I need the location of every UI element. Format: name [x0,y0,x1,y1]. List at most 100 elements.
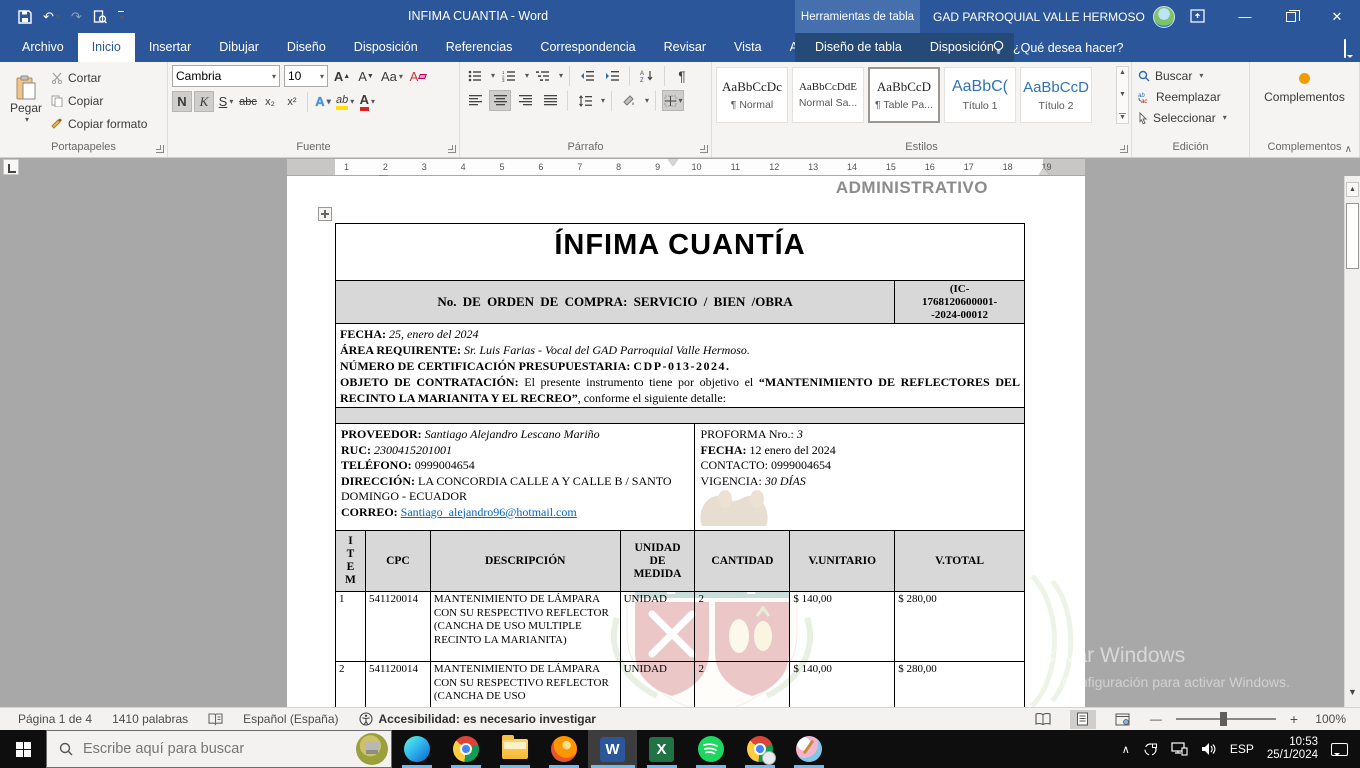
cell-vunitario[interactable]: $ 140,00 [790,662,895,707]
web-layout-button[interactable] [1110,710,1136,729]
tab-diseno[interactable]: Diseño [273,33,340,62]
format-painter-button[interactable]: Copiar formato [48,114,150,134]
cell-cantidad[interactable]: 2 [695,592,790,661]
bold-button[interactable]: N [172,91,192,112]
account-button[interactable]: GAD PARROQUIAL VALLE HERMOSO [933,0,1175,33]
change-case-button[interactable]: Aa▾ [380,66,404,87]
save-icon[interactable] [18,10,32,24]
style-normal-sa[interactable]: AaBbCcDdENormal Sa... [792,67,864,123]
align-left-button[interactable] [464,90,486,111]
page-indicator[interactable]: Página 1 de 4 [18,712,92,726]
cell-vtotal[interactable]: $ 280,00 [895,592,1024,661]
tab-archivo[interactable]: Archivo [8,33,78,62]
addins-button[interactable]: Complementos [1254,65,1355,104]
cell-unidad[interactable]: UNIDAD [621,662,696,707]
align-center-button[interactable] [489,90,511,111]
header-item[interactable]: I T E M [336,531,366,591]
style-normal[interactable]: AaBbCcDc¶ Normal [716,67,788,123]
tab-diseno-de-tabla[interactable]: Diseño de tabla [801,33,916,62]
cell-cpc[interactable]: 541120014 [366,662,431,707]
provider-cell[interactable]: PROVEEDOR: Santiago Alejandro Lescano Ma… [336,424,695,530]
zoom-percentage[interactable]: 100% [1312,712,1346,726]
cell-item[interactable]: 2 [336,662,366,707]
cell-vunitario[interactable]: $ 140,00 [790,592,895,661]
style-titulo-1[interactable]: AaBbC(Título 1 [944,67,1016,123]
taskbar-paint3d[interactable] [784,730,833,768]
justify-button[interactable] [539,90,561,111]
shading-button[interactable] [618,90,640,111]
taskbar-chrome[interactable] [441,730,490,768]
taskbar-edge[interactable] [392,730,441,768]
taskbar-firefox[interactable] [539,730,588,768]
tell-me-box[interactable]: ¿Qué desea hacer? [992,33,1124,62]
highlight-button[interactable]: ab▾ [335,91,355,112]
vertical-scrollbar[interactable]: ▲ ▼ [1344,176,1360,707]
replace-button[interactable]: abac Reemplazar [1136,86,1245,107]
tab-inicio[interactable]: Inicio [78,33,135,62]
subscript-button[interactable]: x₂ [260,91,280,112]
scroll-up-button[interactable]: ▲ [1346,182,1359,197]
scroll-down-button[interactable]: ▼ [1346,684,1359,699]
tab-disposicion[interactable]: Disposición [340,33,432,62]
tab-referencias[interactable]: Referencias [432,33,527,62]
proforma-cell[interactable]: PROFORMA Nro.: 3 FECHA: 12 enero del 202… [695,424,1024,530]
widget-icon[interactable] [356,733,388,765]
font-size-combobox[interactable]: 10▾ [284,65,328,87]
close-button[interactable]: ✕ [1314,0,1360,33]
search-input[interactable] [83,741,313,757]
ribbon-display-options-icon[interactable] [1186,6,1208,26]
cell-cpc[interactable]: 541120014 [366,592,431,661]
tab-revisar[interactable]: Revisar [650,33,720,62]
multilevel-list-button[interactable] [532,65,554,86]
increase-indent-button[interactable] [601,65,623,86]
action-center-icon[interactable] [1331,743,1348,756]
find-button[interactable]: Buscar▾ [1136,65,1245,86]
tab-stop-selector[interactable] [3,159,19,175]
bullets-button[interactable] [464,65,486,86]
taskbar-word[interactable]: W [588,730,637,768]
start-button[interactable] [0,730,46,768]
align-right-button[interactable] [514,90,536,111]
shrink-font-button[interactable]: A▼ [356,66,376,87]
cell-item[interactable]: 1 [336,592,366,661]
restore-button[interactable] [1268,0,1314,33]
document-page[interactable]: ADMINISTRATIVO ÍNFIMA CUANTÍA No. DE ORD… [287,176,1085,707]
first-line-indent-marker[interactable] [668,159,678,171]
text-effects-button[interactable]: A▾ [313,91,333,112]
select-button[interactable]: Seleccionar▾ [1136,107,1245,128]
right-indent-marker[interactable] [1039,163,1049,175]
tray-sync-icon[interactable] [1143,742,1158,757]
tab-correspondencia[interactable]: Correspondencia [526,33,649,62]
cell-descripcion[interactable]: MANTENIMIENTO DE LÁMPARA CON SU RESPECTI… [431,592,621,661]
scrollbar-thumb[interactable] [1346,203,1359,269]
minimize-button[interactable]: — [1222,0,1268,33]
separator-row[interactable] [336,408,1024,424]
show-marks-button[interactable]: ¶ [671,65,693,86]
zoom-out-button[interactable]: — [1150,712,1162,726]
taskbar-file-explorer[interactable] [490,730,539,768]
cell-unidad[interactable]: UNIDAD [621,592,696,661]
zoom-slider-thumb[interactable] [1220,712,1227,726]
tray-clock[interactable]: 10:53 25/1/2024 [1267,736,1318,762]
header-descripcion[interactable]: DESCRIPCIÓN [431,531,621,591]
strikethrough-button[interactable]: abc [238,91,258,112]
tray-network-icon[interactable] [1171,742,1188,756]
taskbar-spotify[interactable] [686,730,735,768]
order-label-cell[interactable]: No. DE ORDEN DE COMPRA: SERVICIO / BIEN … [336,281,895,323]
styles-gallery-scrollbar[interactable]: ▲ ▼ ▼ [1116,66,1129,124]
header-cpc[interactable]: CPC [366,531,431,591]
header-vtotal[interactable]: V.TOTAL [895,531,1024,591]
underline-button[interactable]: S▾ [216,91,236,112]
header-vunitario[interactable]: V.UNITARIO [790,531,895,591]
paragraph-dialog-launcher[interactable] [700,145,708,153]
tray-language[interactable]: ESP [1230,742,1254,756]
numbering-button[interactable]: 123 [498,65,520,86]
language-indicator[interactable]: Español (España) [243,712,338,726]
tab-insertar[interactable]: Insertar [135,33,205,62]
accessibility-status[interactable]: Accesibilidad: es necesario investigar [359,712,596,726]
horizontal-ruler[interactable]: 12345678910111213141516171819 [287,159,1085,175]
read-mode-button[interactable] [1030,710,1056,729]
style-table-paragraph[interactable]: AaBbCcD¶ Table Pa... [868,67,940,123]
header-unidad[interactable]: UNIDAD DE MEDIDA [621,531,696,591]
tab-vista[interactable]: Vista [720,33,776,62]
